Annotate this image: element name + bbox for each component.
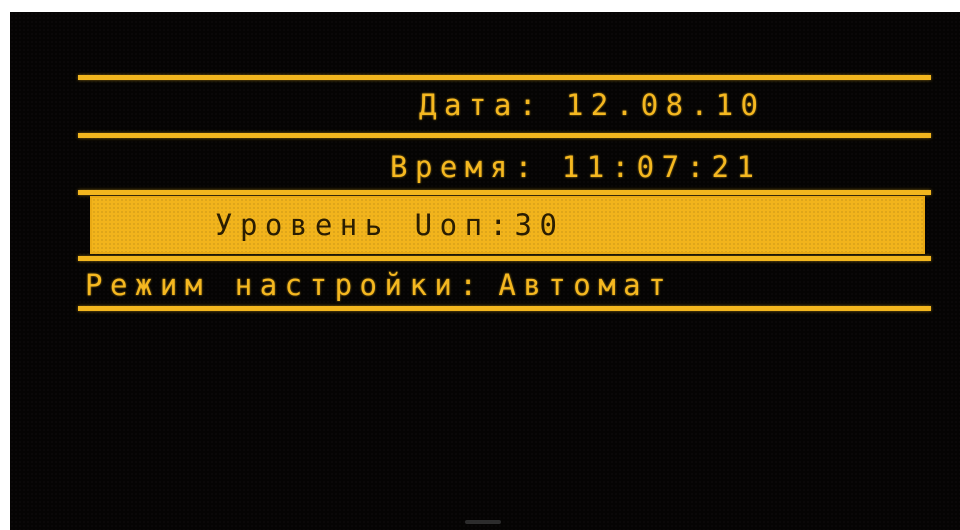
divider-line [78, 256, 931, 261]
time-row: Время: 11:07:21 [390, 150, 761, 184]
selected-row-level[interactable]: Уровень Uоп:30 [90, 196, 925, 254]
level-value: 30 [514, 208, 565, 242]
bezel-mark [465, 520, 501, 524]
mode-value: Автомат [498, 268, 674, 302]
divider-line [78, 306, 931, 311]
divider-line [78, 190, 931, 195]
date-row: Дата: 12.08.10 [419, 88, 766, 122]
divider-line [78, 133, 931, 138]
mode-row: Режим настройки: Автомат [85, 268, 673, 302]
lcd-screen: Дата: 12.08.10 Время: 11:07:21 Уровень Uоп… [10, 12, 960, 530]
level-label: Уровень Uоп: [215, 208, 515, 242]
time-label: Время: [390, 150, 540, 184]
date-value: 12.08.10 [565, 88, 766, 122]
mode-label: Режим настройки: [85, 268, 485, 302]
divider-line [78, 75, 931, 80]
date-label: Дата: [419, 88, 544, 122]
time-value: 11:07:21 [561, 150, 762, 184]
